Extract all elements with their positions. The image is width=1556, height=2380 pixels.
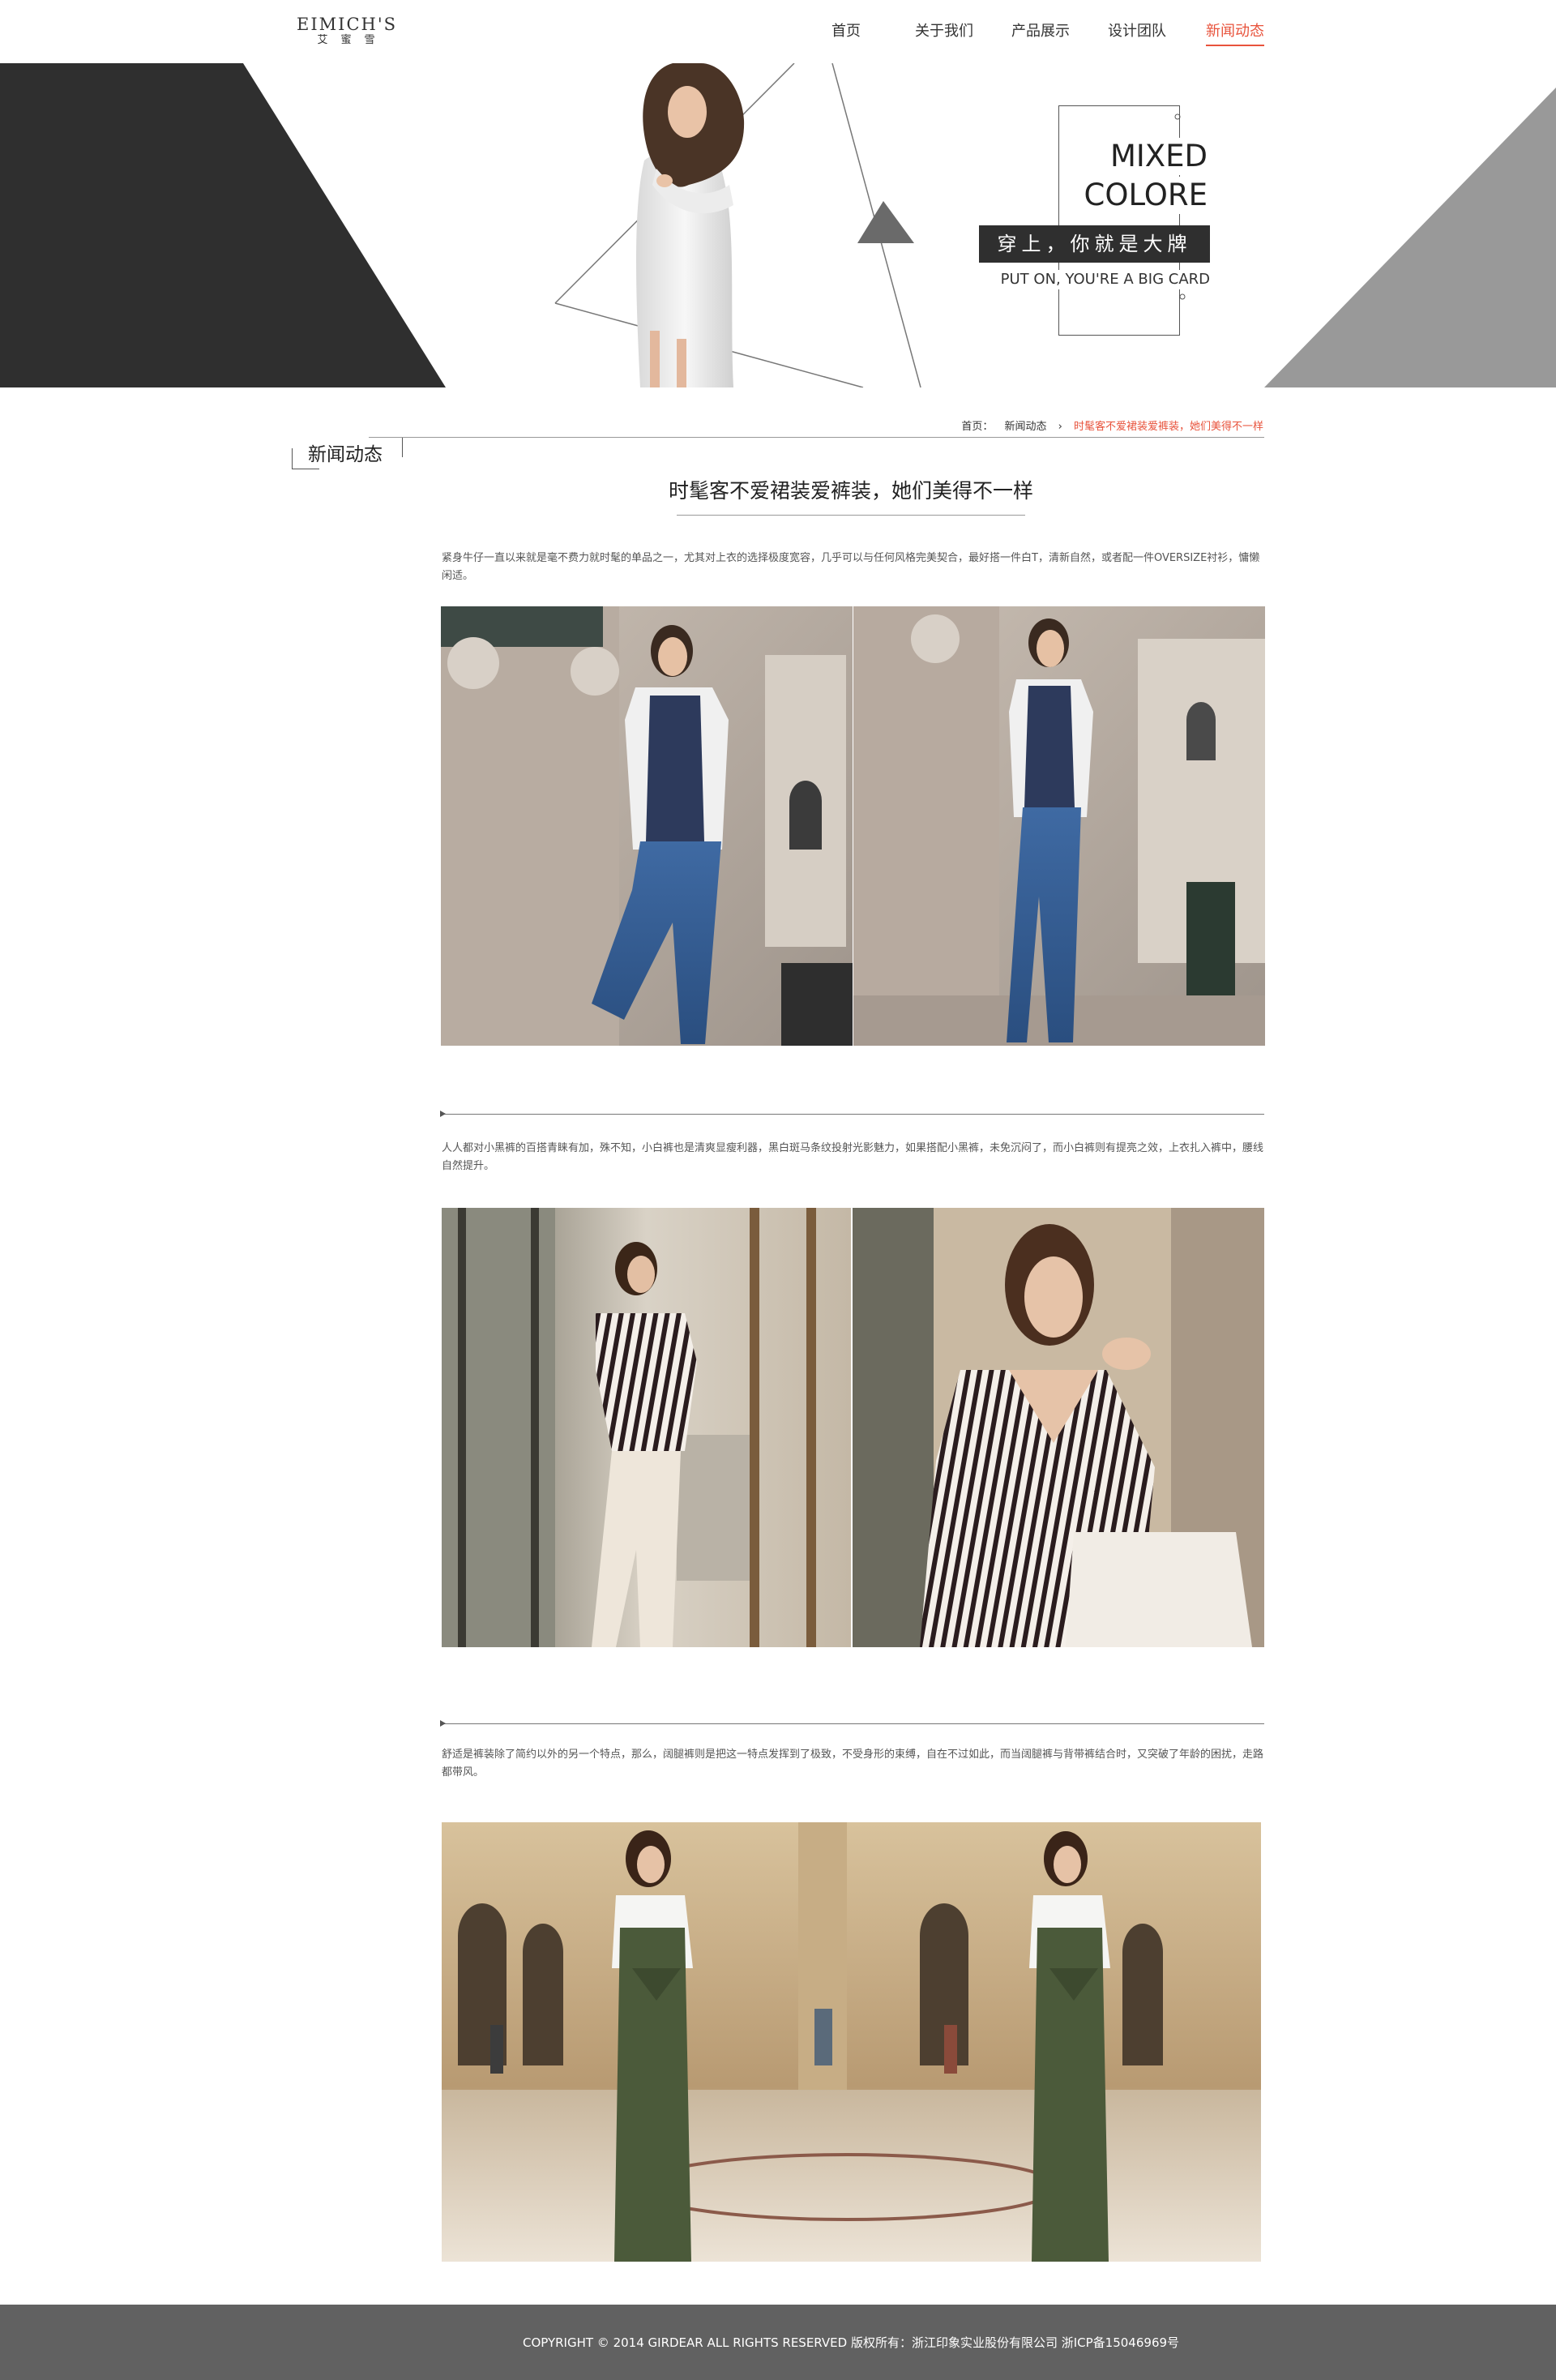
article-title-underline — [677, 515, 1025, 516]
banner-model-photo — [636, 63, 745, 387]
article-paragraph-1: 紧身牛仔一直以来就是毫不费力就时髦的单品之一，尤其对上衣的选择极度宽容，几乎可以… — [442, 552, 1260, 582]
article-paragraph-2: 人人都对小黑裤的百搭青睐有加，殊不知，小白裤也是清爽显瘦利器，黑白斑马条纹投射光… — [442, 1142, 1264, 1172]
article-title: 时髦客不爱裙装爱裤装，她们美得不一样 — [668, 479, 1033, 503]
hero-banner: MIXED COLORE 穿上，你就是大牌 PUT ON, YOU'RE A B… — [0, 63, 1556, 387]
site-footer: COPYRIGHT © 2014 GIRDEAR ALL RIGHTS RESE… — [0, 2305, 1556, 2380]
breadcrumb: 首页： 新闻动态 › 时髦客不爱裙装爱裤装，她们美得不一样 — [953, 417, 1263, 433]
promo-slogan-en: PUT ON, YOU'RE A BIG CARD — [995, 270, 1210, 289]
breadcrumb-divider — [369, 437, 1264, 438]
promo-slogan-cn: 穿上，你就是大牌 — [979, 225, 1210, 263]
nav-item-about[interactable]: 关于我们 — [915, 21, 973, 42]
article-paragraph-3: 舒适是裤装除了简约以外的另一个特点，那么，阔腿裤则是把这一特点发挥到了极致，不受… — [442, 1749, 1264, 1779]
section-tick-decoration — [402, 438, 403, 457]
article-divider-1 — [440, 1111, 1264, 1117]
promo-heading-line2: COLORE — [1079, 177, 1208, 214]
article-divider-2 — [440, 1720, 1264, 1727]
nav-item-home[interactable]: 首页 — [831, 21, 861, 42]
article-photo-2 — [442, 1208, 1264, 1647]
site-header: EIMICH'S 艾蜜雪 首页 关于我们 产品展示 设计团队 新闻动态 — [0, 0, 1556, 63]
breadcrumb-home[interactable]: 首页： — [961, 421, 993, 433]
gray-triangle-right — [1264, 88, 1556, 387]
breadcrumb-current: 时髦客不爱裙装爱裤装，她们美得不一样 — [1073, 421, 1263, 433]
nav-item-products[interactable]: 产品展示 — [1011, 21, 1070, 42]
small-dark-triangle — [857, 201, 914, 243]
dark-triangle-left — [0, 63, 446, 387]
brand-logo[interactable]: EIMICH'S 艾蜜雪 — [293, 15, 400, 47]
article-photo-3 — [442, 1822, 1261, 2262]
breadcrumb-separator: › — [1058, 421, 1062, 433]
frame-marker-icon — [1179, 293, 1186, 300]
section-title: 新闻动态 — [308, 444, 383, 465]
nav-item-design-team[interactable]: 设计团队 — [1108, 21, 1166, 42]
footer-copyright: COPYRIGHT © 2014 GIRDEAR ALL RIGHTS RESE… — [522, 2335, 1180, 2350]
nav-item-news[interactable]: 新闻动态 — [1206, 21, 1264, 46]
banner-decorative-shapes — [0, 63, 1556, 387]
article-photo-1 — [441, 606, 1265, 1046]
frame-marker-icon — [1174, 113, 1181, 120]
promo-heading-line1: MIXED — [1105, 138, 1208, 175]
breadcrumb-section[interactable]: 新闻动态 — [1004, 421, 1046, 433]
logo-text-en: EIMICH'S — [297, 15, 397, 34]
logo-text-cn: 艾蜜雪 — [317, 34, 388, 46]
